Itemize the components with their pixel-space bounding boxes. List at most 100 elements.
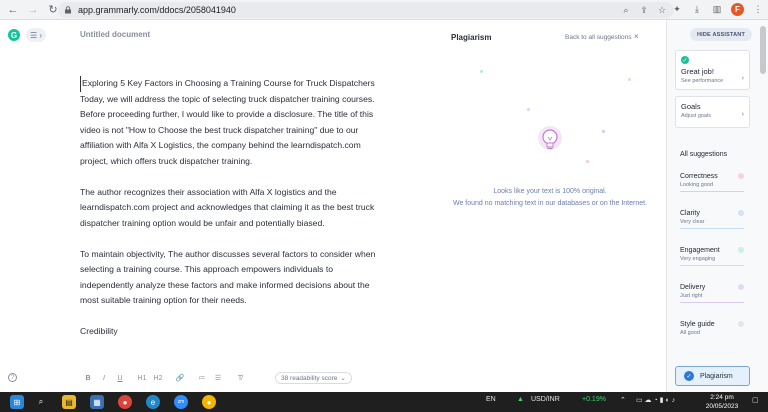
metric-delivery[interactable]: Delivery Just right (680, 284, 744, 303)
search-icon[interactable]: ⌕ (34, 395, 48, 409)
metric-clarity[interactable]: Clarity Very clear (680, 210, 744, 229)
card-title: Goals (681, 102, 701, 111)
metric-underline (680, 228, 744, 229)
edge-icon[interactable]: e (146, 395, 160, 409)
clock[interactable]: 2:24 pm 20/05/2023 (702, 393, 742, 411)
metric-name: Correctness (680, 173, 718, 180)
browser-menu-icon[interactable]: ⋮ (752, 4, 764, 16)
decor-sparkle-icon (480, 70, 483, 73)
metric-underline (680, 302, 744, 303)
metric-status-icon (738, 173, 744, 179)
paragraph: To maintain objectivity, The author disc… (80, 248, 376, 306)
metric-name: Engagement (680, 247, 720, 254)
share-icon[interactable]: ⇪ (638, 4, 650, 16)
great-job-card[interactable]: ✓ Great job! See performance › (675, 50, 750, 90)
all-suggestions-link[interactable]: All suggestions (680, 151, 727, 158)
metric-status-icon (738, 247, 744, 253)
metric-value: All good (680, 330, 700, 336)
download-icon[interactable]: ⤓ (691, 4, 703, 16)
decor-sparkle-icon (602, 130, 605, 133)
clear-format-icon[interactable]: T̸ (232, 372, 248, 384)
chevron-right-icon: › (741, 75, 744, 82)
card-subtitle: See performance (681, 78, 724, 84)
checkmark-icon: ✓ (681, 56, 689, 64)
plagiarism-button[interactable]: ✓ Plagiarism (675, 366, 750, 386)
readability-score-text: 38 readability score (281, 374, 338, 382)
paragraph: The author recognizes their association … (80, 186, 375, 228)
card-title: Great job! (681, 67, 714, 76)
bold-button[interactable]: B (80, 372, 96, 384)
plagiarism-button-label: Plagiarism (700, 372, 733, 380)
format-toolbar: B I U H1 H2 🔗 ≔ ☰ T̸ (80, 372, 248, 384)
metric-underline (680, 265, 744, 266)
bookmark-star-icon[interactable]: ☆ (656, 4, 668, 16)
metric-status-icon (738, 210, 744, 216)
url-text: app.grammarly.com/ddocs/2058041940 (78, 5, 236, 15)
chrome-profile-icon[interactable]: ● (202, 395, 216, 409)
metric-name: Delivery (680, 284, 706, 291)
plagiarism-panel-title: Plagiarism (451, 33, 492, 42)
chrome-icon[interactable]: ● (118, 395, 132, 409)
metric-style-guide[interactable]: Style guide All good (680, 321, 744, 336)
notification-icon[interactable]: ▢ (752, 396, 759, 404)
profile-avatar[interactable]: F (731, 3, 744, 16)
goals-card[interactable]: Goals Adjust goals › (675, 96, 750, 128)
scrollbar[interactable] (760, 26, 766, 74)
bullet-list-icon[interactable]: ☰ (210, 372, 226, 384)
heading1-button[interactable]: H1 (134, 372, 150, 384)
address-bar[interactable]: app.grammarly.com/ddocs/2058041940 ⌕ ⇪ ☆ (58, 2, 674, 18)
metric-value: Looking good (680, 182, 714, 188)
grammarly-logo-icon[interactable]: G (8, 29, 20, 41)
windows-start-icon[interactable]: ⊞ (10, 395, 24, 409)
windows-taskbar: ⊞ ⌕ ▤ ▦ ● e zm ● EN ▲ USD/INR +0.19% ⌃ ▭… (0, 392, 768, 412)
browser-toolbar: ← → ↻ app.grammarly.com/ddocs/2058041940… (0, 0, 768, 20)
paragraph: Today, we will address the topic of sele… (80, 93, 375, 166)
metric-name: Style guide (680, 321, 715, 328)
hide-assistant-button[interactable]: HIDE ASSISTANT (690, 28, 752, 41)
document-menu-icon[interactable]: ☰ › (26, 28, 46, 42)
card-subtitle: Adjust goals (681, 113, 711, 119)
google-lens-icon[interactable]: ⌕ (620, 4, 632, 16)
help-icon[interactable]: ? (8, 373, 17, 382)
extensions-puzzle-icon[interactable]: ✦ (671, 4, 683, 16)
clock-date: 20/05/2023 (705, 403, 739, 410)
underline-button[interactable]: U (112, 372, 128, 384)
plagiarism-message-line: We found no matching text in our databas… (452, 200, 648, 207)
readability-score-badge[interactable]: 38 readability score ⌄ (275, 372, 352, 384)
plagiarism-check-icon: ✓ (684, 371, 694, 381)
document-body[interactable]: Exploring 5 Key Factors in Choosing a Tr… (80, 76, 380, 355)
app-icon[interactable]: ▦ (90, 395, 104, 409)
tray-icons[interactable]: ▭ ☁ ◔ ▮ ◐ ♪ (636, 396, 675, 404)
tray-overflow-icon[interactable]: ⌃ (620, 396, 626, 404)
plagiarism-result-message: Looks like your text is 100% original. W… (440, 186, 660, 210)
zoom-icon[interactable]: zm (174, 395, 188, 409)
lock-icon (65, 6, 71, 14)
metric-value: Very clear (680, 219, 705, 225)
chevron-down-icon: ⌄ (340, 375, 346, 382)
screen: ← → ↻ app.grammarly.com/ddocs/2058041940… (0, 0, 768, 412)
close-icon[interactable]: × (634, 32, 639, 41)
ticker-label[interactable]: USD/INR (531, 396, 560, 403)
side-panel-icon[interactable]: ▥ (711, 4, 723, 16)
metric-value: Just right (680, 293, 703, 299)
metric-value: Very engaging (680, 256, 716, 262)
chevron-right-icon: › (741, 111, 744, 118)
language-indicator[interactable]: EN (486, 396, 496, 403)
back-arrow-icon[interactable]: ← (6, 3, 20, 17)
metric-correctness[interactable]: Correctness Looking good (680, 173, 744, 192)
metric-name: Clarity (680, 210, 700, 217)
heading2-button[interactable]: H2 (150, 372, 166, 384)
forward-arrow-icon[interactable]: → (26, 3, 40, 17)
document-heading: Exploring 5 Key Factors in Choosing a Tr… (80, 76, 380, 92)
link-icon[interactable]: 🔗 (172, 372, 188, 384)
clock-time: 2:24 pm (710, 394, 734, 401)
ticker-change: +0.19% (582, 396, 606, 403)
metric-underline (680, 191, 744, 192)
decor-sparkle-icon (628, 78, 631, 81)
document-title[interactable]: Untitled document (80, 30, 150, 39)
ordered-list-icon[interactable]: ≔ (194, 372, 210, 384)
file-explorer-icon[interactable]: ▤ (62, 395, 76, 409)
metric-engagement[interactable]: Engagement Very engaging (680, 247, 744, 266)
back-to-suggestions-link[interactable]: Back to all suggestions (565, 34, 631, 41)
italic-button[interactable]: I (96, 372, 112, 384)
